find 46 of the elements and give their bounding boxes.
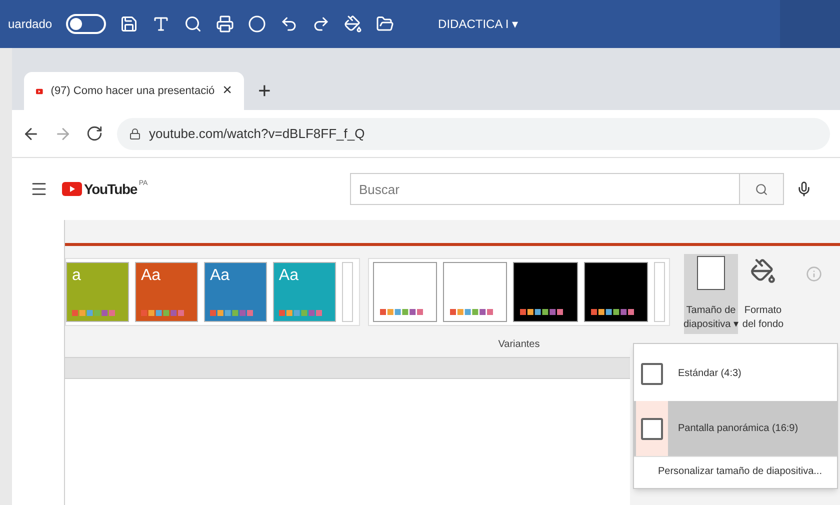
- variant-thumbnail[interactable]: [373, 262, 438, 322]
- menu-item[interactable]: Personalizar tamaño de diapositiva...: [634, 456, 837, 486]
- folder-icon[interactable]: [376, 15, 394, 33]
- variant-thumbnail[interactable]: [584, 262, 648, 322]
- search-field[interactable]: Buscar: [350, 173, 740, 205]
- autosave-toggle[interactable]: [66, 14, 106, 34]
- menu-icon[interactable]: [30, 180, 48, 198]
- font-size-icon[interactable]: [152, 15, 170, 33]
- color-swatches-icon: [450, 309, 494, 315]
- slide-size-button[interactable]: Tamaño de diapositiva ▾: [684, 254, 738, 334]
- menu-item[interactable]: Pantalla panorámica (16:9): [634, 401, 837, 456]
- menu-item[interactable]: Estándar (4:3): [634, 346, 837, 401]
- save-status: uardado: [8, 16, 52, 33]
- color-swatches-icon: [520, 309, 564, 315]
- reload-icon[interactable]: [86, 125, 103, 142]
- new-tab-button[interactable]: +: [258, 80, 271, 102]
- circle-icon[interactable]: [248, 15, 266, 33]
- browser-tab[interactable]: (97) Como hacer una presentació ×: [24, 72, 244, 110]
- gallery-scroll-bar[interactable]: [342, 262, 353, 322]
- undo-icon[interactable]: [280, 15, 298, 33]
- paint-bucket-icon: [750, 256, 776, 286]
- color-swatches-icon: [380, 309, 424, 315]
- color-swatches-icon: [72, 310, 116, 316]
- variant-thumbnail[interactable]: [443, 262, 508, 322]
- color-swatches-icon: [590, 309, 635, 315]
- color-swatches-icon: [140, 310, 185, 316]
- save-icon[interactable]: [120, 15, 138, 33]
- printer-icon[interactable]: [216, 15, 234, 33]
- color-swatches-icon: [210, 310, 254, 316]
- redo-icon[interactable]: [312, 15, 330, 33]
- document-title[interactable]: DIDACTICA I ▾: [438, 15, 518, 33]
- title-bar-corner-panel: [780, 0, 840, 48]
- color-swatches-icon: [278, 310, 323, 316]
- theme-thumbnail[interactable]: Aa: [134, 262, 198, 322]
- microphone-icon[interactable]: [796, 181, 812, 197]
- variant-thumbnail[interactable]: [513, 262, 578, 322]
- background-format-button[interactable]: Formato del fondo: [738, 254, 788, 334]
- close-tab-button[interactable]: ×: [222, 83, 232, 99]
- search-icon[interactable]: [184, 15, 202, 33]
- tab-title: (97) Como hacer una presentació: [50, 84, 215, 99]
- search-icon: [755, 182, 768, 196]
- search-button[interactable]: [740, 173, 784, 205]
- address-bar[interactable]: youtube.com/watch?v=dBLF8FF_f_Q: [117, 118, 830, 150]
- group-label: Variantes: [497, 338, 541, 352]
- theme-thumbnail[interactable]: Aa: [204, 262, 267, 322]
- gallery-scroll-bar[interactable]: [654, 262, 665, 322]
